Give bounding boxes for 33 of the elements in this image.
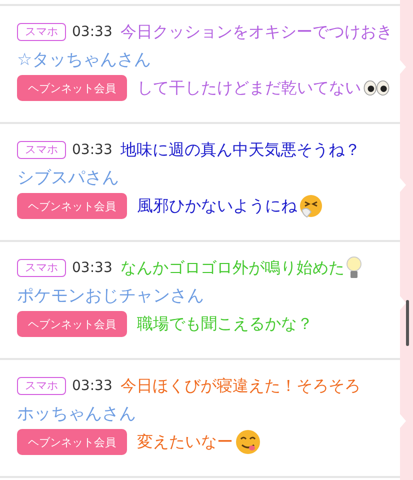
post-time: 03:33 bbox=[72, 142, 112, 158]
overlay-caption: 今日クッションをオキシーでつけおき bbox=[120, 21, 392, 43]
device-badge: スマホ bbox=[17, 377, 66, 395]
pointer-notch bbox=[400, 414, 406, 428]
member-button[interactable]: ヘブンネット会員 bbox=[17, 193, 127, 219]
member-button[interactable]: ヘブンネット会員 bbox=[17, 75, 127, 101]
smiling-face-icon bbox=[235, 429, 261, 455]
eyes-icon bbox=[363, 80, 390, 96]
member-button[interactable]: ヘブンネット会員 bbox=[17, 311, 127, 337]
overlay-caption: 風邪ひかないようにね bbox=[137, 195, 297, 217]
overlay-caption: して干したけどまだ乾いてない bbox=[137, 77, 361, 99]
pointer-notch bbox=[400, 296, 406, 310]
member-button[interactable]: ヘブンネット会員 bbox=[17, 429, 127, 455]
scrollbar[interactable] bbox=[406, 300, 409, 346]
user-name: ☆タッちゃんさん bbox=[17, 49, 152, 71]
post-time: 03:33 bbox=[72, 378, 112, 394]
light-bulb-icon bbox=[346, 256, 362, 280]
pointer-notch bbox=[400, 60, 406, 74]
overlay-caption: なんかゴロゴロ外が鳴り始めた bbox=[120, 257, 344, 279]
user-name: ホッちゃんさん bbox=[17, 403, 136, 425]
user-name: シブスパさん bbox=[17, 167, 119, 189]
overlay-caption: 今日ほくびが寝違えた！そろそろ bbox=[120, 375, 360, 397]
sneezing-face-icon bbox=[299, 194, 323, 218]
overlay-caption: 地味に週の真ん中天気悪そうね？ bbox=[120, 139, 360, 161]
post-time: 03:33 bbox=[72, 24, 112, 40]
overlay-caption: 変えたいなー bbox=[137, 431, 233, 453]
post-time: 03:33 bbox=[72, 260, 112, 276]
device-badge: スマホ bbox=[17, 141, 66, 159]
device-badge: スマホ bbox=[17, 23, 66, 41]
device-badge: スマホ bbox=[17, 259, 66, 277]
overlay-caption: 職場でも聞こえるかな？ bbox=[137, 313, 313, 335]
pointer-notch bbox=[400, 178, 406, 192]
user-name: ポケモンおじチャンさん bbox=[17, 285, 204, 307]
